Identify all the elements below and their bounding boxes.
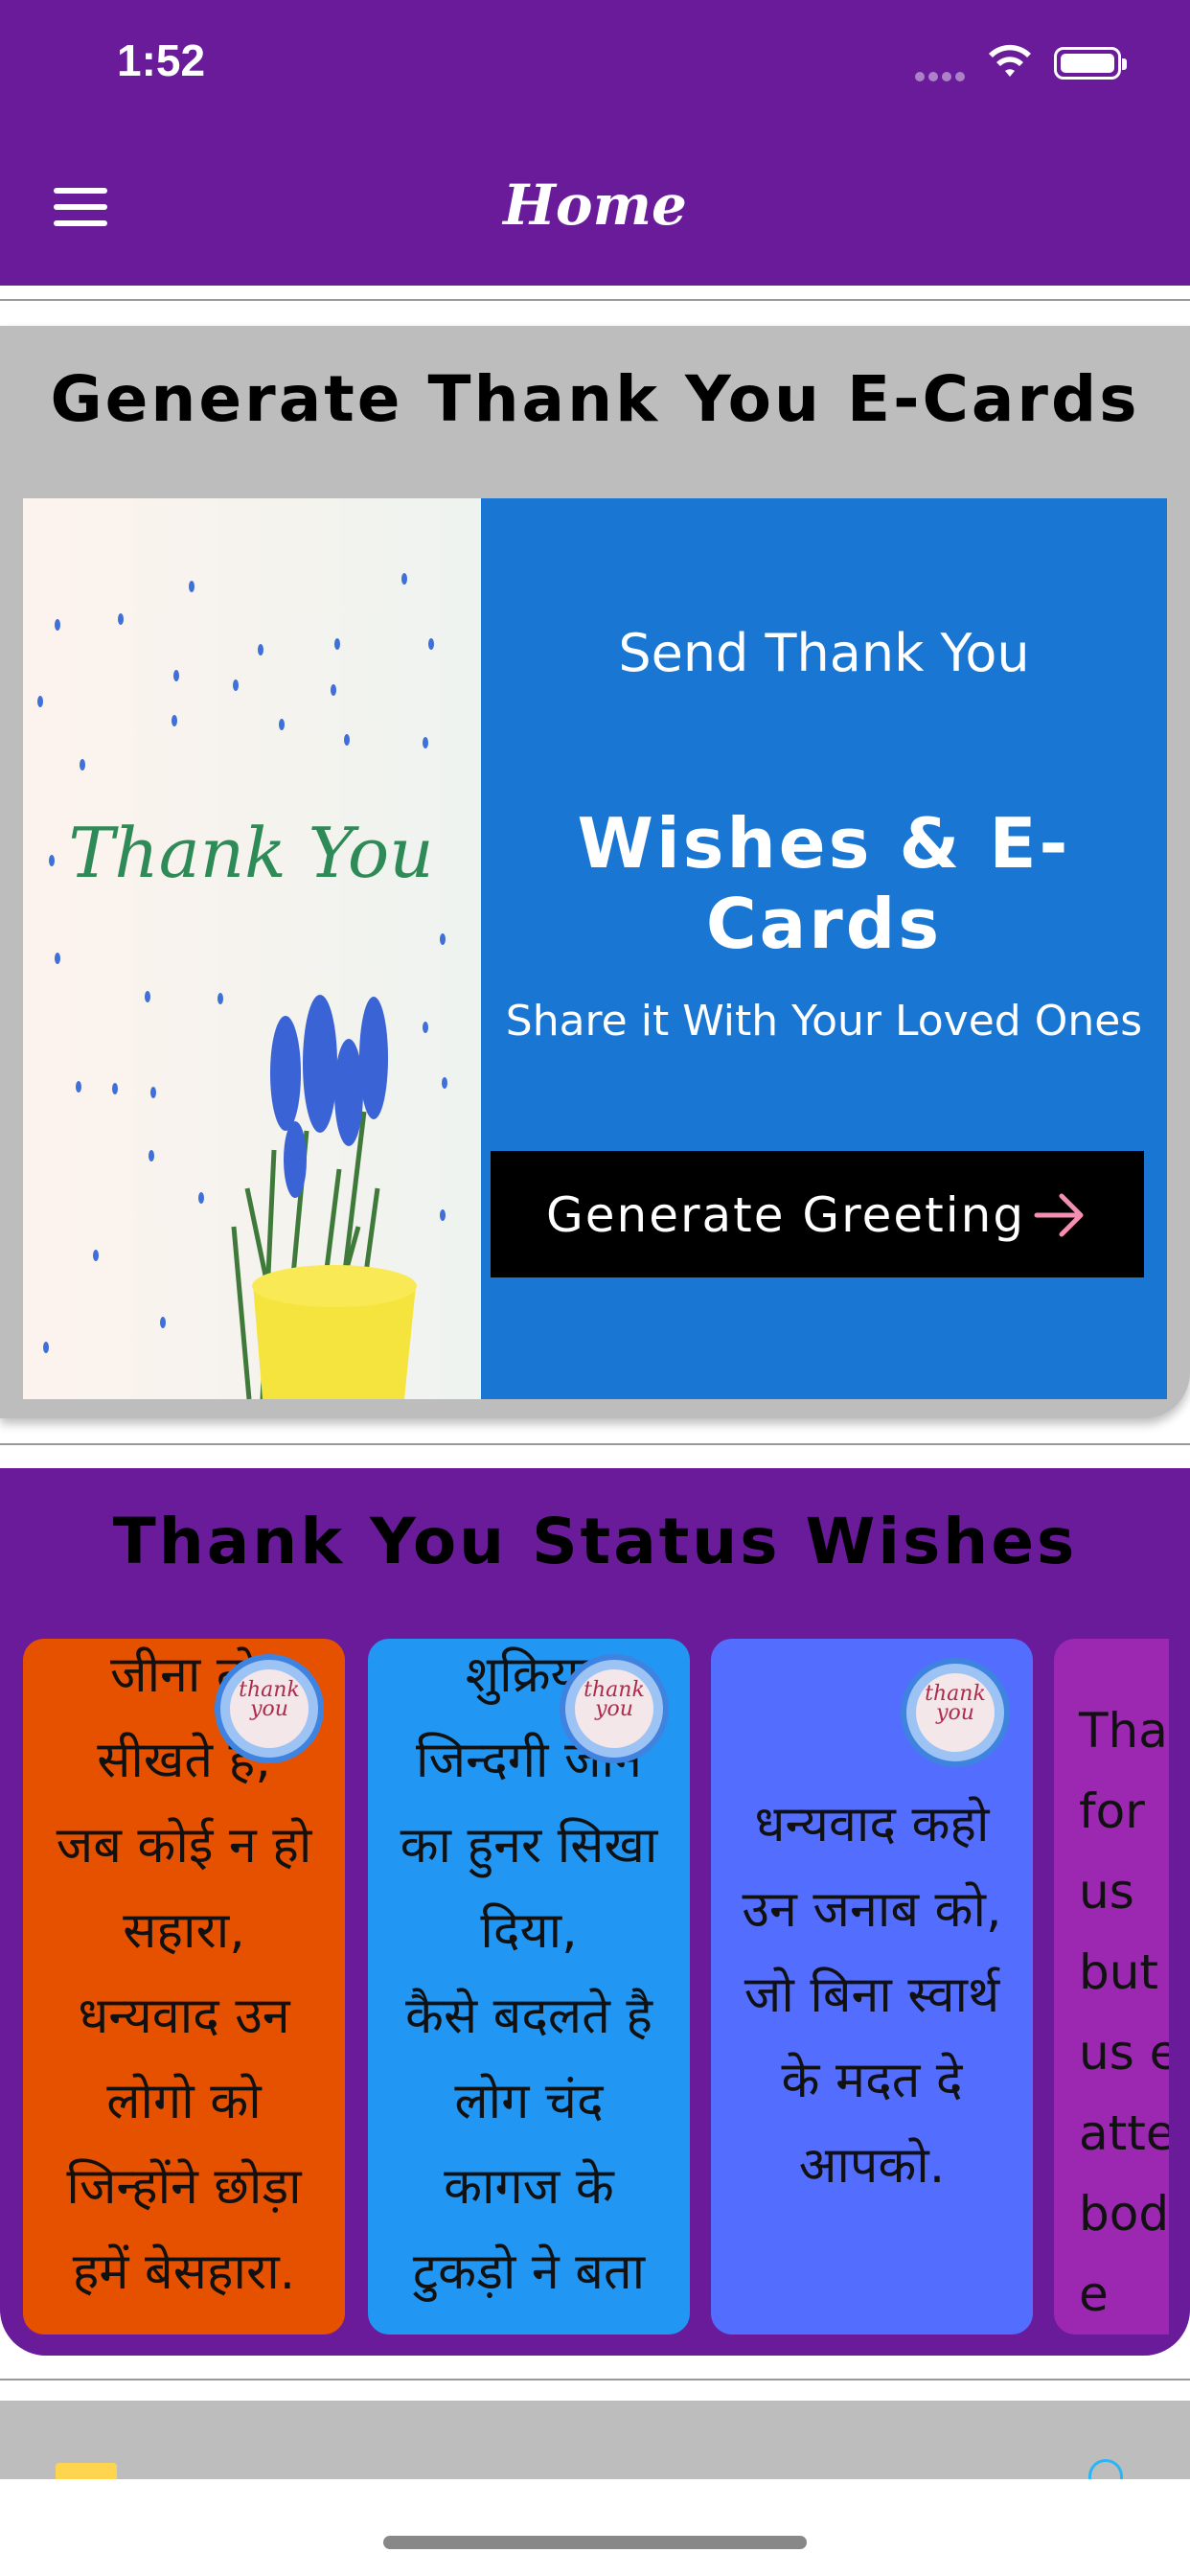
- wifi-icon: [989, 44, 1031, 77]
- thank-you-badge-icon[interactable]: thank you: [901, 1658, 1010, 1767]
- page-title: Home: [503, 172, 687, 238]
- ecard-image-text: Thank You: [68, 813, 433, 893]
- arrow-right-icon: [1034, 1193, 1084, 1237]
- battery-icon: [1054, 47, 1127, 80]
- signal-icon: [915, 67, 969, 81]
- generate-greeting-label: Generate Greeting: [546, 1187, 1026, 1243]
- status-card-text: Thank for us but us e attent bod e: [1079, 1703, 1169, 2322]
- status-time: 1:52: [117, 35, 206, 85]
- flower-pot-illustration: Thank You: [37, 573, 447, 1399]
- ad-banner[interactable]: [0, 2401, 1190, 2479]
- ecard-preview-image[interactable]: Thank You: [23, 498, 481, 1399]
- generate-greeting-button[interactable]: Generate Greeting: [491, 1151, 1144, 1277]
- home-indicator[interactable]: [383, 2536, 807, 2549]
- ecard-section-title: Generate Thank You E-Cards: [50, 362, 1140, 436]
- status-card-text: धन्यवाद कहो उन जनाब को, जो बिना स्वार्थ …: [742, 1796, 1002, 2195]
- thank-you-badge-icon[interactable]: thank you: [560, 1654, 669, 1763]
- ecard-line-share: Share it With Your Loved Ones: [505, 997, 1143, 1046]
- home-indicator-area: [0, 2479, 1190, 2576]
- divider: [0, 299, 1190, 301]
- badge-text: thank you: [239, 1678, 300, 1721]
- badge-text: thank you: [925, 1682, 986, 1725]
- status-section-title: Thank You Status Wishes: [112, 1505, 1078, 1578]
- ecard-line-send: Send Thank You: [618, 623, 1030, 683]
- divider: [0, 1443, 1190, 1445]
- status-card[interactable]: Thank for us but us e attent bod e: [1054, 1639, 1169, 2334]
- badge-text: thank you: [584, 1678, 645, 1721]
- ad-label-icon: [56, 2463, 117, 2479]
- ecard-line-wishes: Wishes & E-Cards: [577, 803, 1071, 964]
- thank-you-badge-icon[interactable]: thank you: [215, 1654, 324, 1763]
- divider: [0, 2379, 1190, 2380]
